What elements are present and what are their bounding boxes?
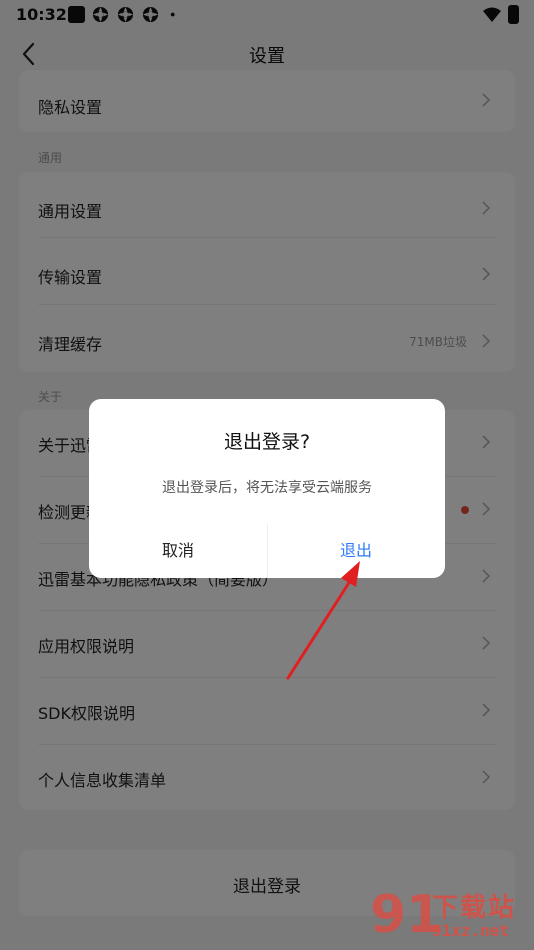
dialog-title: 退出登录? xyxy=(223,431,311,453)
watermark-site-name: 下载站 xyxy=(432,893,517,923)
dialog-message: 退出登录后，将无法享受云端服务 xyxy=(162,480,372,496)
dialog-confirm-button[interactable]: 退出 xyxy=(267,524,445,578)
watermark-logo: 91 下载站 91xz.net xyxy=(370,885,534,950)
logout-confirm-dialog: 退出登录? 退出登录后，将无法享受云端服务 取消 退出 xyxy=(89,399,445,578)
dialog-cancel-button[interactable]: 取消 xyxy=(89,524,267,578)
watermark-url: 91xz.net xyxy=(432,921,510,940)
